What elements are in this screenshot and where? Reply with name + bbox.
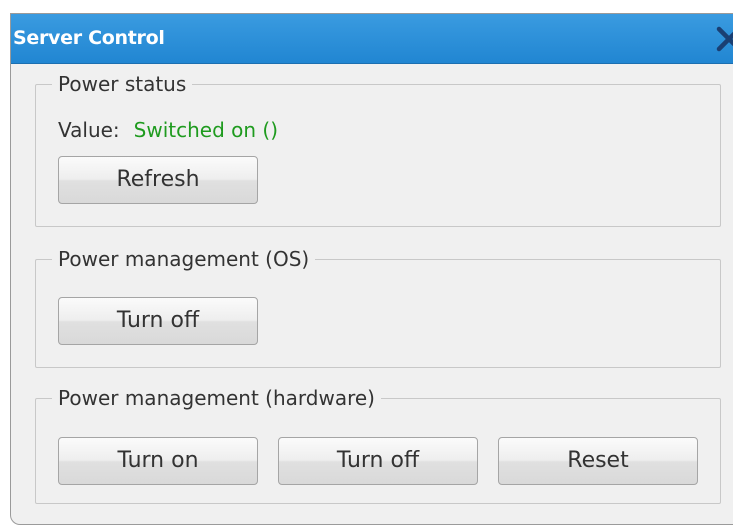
power-management-os-legend: Power management (OS) (52, 244, 316, 274)
power-status-legend: Power status (52, 69, 193, 99)
hardware-turn-on-button[interactable]: Turn on (58, 437, 258, 485)
power-management-hardware-group: Power management (hardware) Turn on Turn… (35, 383, 721, 504)
close-button[interactable] (709, 20, 733, 58)
power-management-hardware-legend: Power management (hardware) (52, 383, 381, 413)
hardware-reset-button[interactable]: Reset (498, 437, 698, 485)
close-icon (716, 26, 733, 52)
hardware-turn-off-button[interactable]: Turn off (278, 437, 478, 485)
refresh-button[interactable]: Refresh (58, 156, 258, 204)
power-status-group: Power status Value: Switched on () Refres… (35, 69, 721, 227)
power-status-value: Switched on () (133, 118, 279, 142)
value-label: Value: (58, 118, 120, 142)
server-control-window: Server Control Power status Value: Switch… (10, 13, 733, 525)
title-bar: Server Control (11, 14, 733, 64)
os-turn-off-button[interactable]: Turn off (58, 297, 258, 345)
power-management-os-group: Power management (OS) Turn off (35, 244, 721, 368)
status-row: Value: Switched on () (58, 115, 278, 145)
window-title: Server Control (13, 27, 165, 49)
